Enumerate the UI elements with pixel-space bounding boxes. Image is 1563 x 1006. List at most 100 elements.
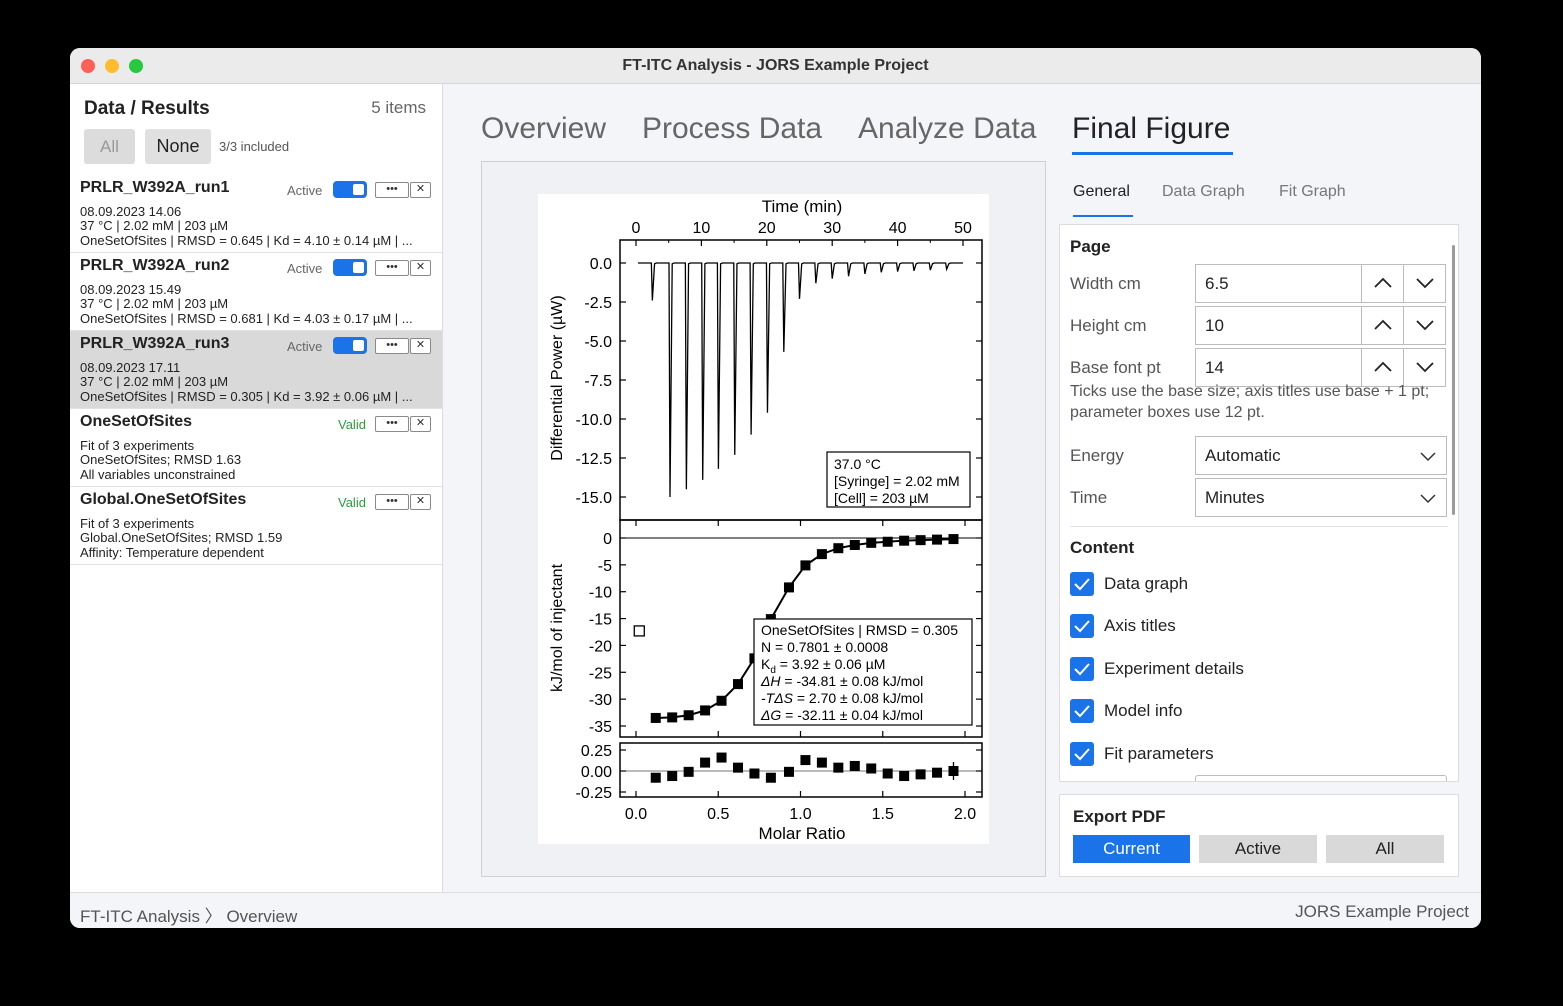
item-fit-summary: OneSetOfSites | RMSD = 0.645 | Kd = 4.10…	[80, 233, 413, 248]
list-item[interactable]: PRLR_W392A_run2 Active ••• ✕ 08.09.2023 …	[70, 253, 442, 331]
height-increment-button[interactable]	[1361, 306, 1404, 345]
settings-scrollbar[interactable]	[1452, 245, 1455, 515]
height-decrement-button[interactable]	[1403, 306, 1446, 345]
residual-tick-label: 0.00	[581, 764, 612, 781]
list-item[interactable]: PRLR_W392A_run1 Active ••• ✕ 08.09.2023 …	[70, 175, 442, 253]
active-toggle[interactable]	[333, 259, 367, 276]
remove-button[interactable]: ✕	[410, 494, 431, 510]
item-name: PRLR_W392A_run2	[80, 257, 230, 274]
time-axis-title: Time (min)	[762, 197, 843, 216]
item-constraints: All variables unconstrained	[80, 467, 236, 482]
fit-dh: ΔH = -34.81 ± 0.08 kJ/mol	[760, 673, 923, 689]
item-model: OneSetOfSites; RMSD 1.63	[80, 452, 242, 467]
tab-analyze-data[interactable]: Analyze Data	[858, 112, 1036, 146]
axis-titles-label[interactable]: Axis titles	[1104, 616, 1176, 636]
fit-parameters-label[interactable]: Fit parameters	[1104, 744, 1214, 764]
isotherm-point	[882, 536, 893, 547]
tab-final-figure[interactable]: Final Figure	[1072, 112, 1230, 146]
more-options-button[interactable]: •••	[375, 182, 409, 198]
width-input[interactable]: 6.5	[1195, 264, 1362, 303]
energy-select[interactable]: Automatic	[1195, 436, 1447, 475]
select-all-button[interactable]: All	[84, 129, 135, 164]
tab-overview[interactable]: Overview	[481, 112, 606, 146]
enthalpy-axis-title: kJ/mol of injectant	[549, 563, 566, 692]
subtab-data-graph[interactable]: Data Graph	[1162, 183, 1245, 201]
enthalpy-tick-label: -30	[589, 692, 612, 709]
status-bar: FT-ITC Analysis 〉 Overview JORS Example …	[70, 892, 1481, 928]
cond-temperature: 37.0 °C	[834, 456, 881, 472]
height-label: Height cm	[1070, 316, 1147, 335]
list-item-selected[interactable]: PRLR_W392A_run3 Active ••• ✕ 08.09.2023 …	[70, 331, 442, 409]
fit-parameters-checkbox[interactable]	[1070, 742, 1094, 766]
model-info-label[interactable]: Model info	[1104, 701, 1182, 721]
select-none-button[interactable]: None	[145, 129, 211, 164]
export-title: Export PDF	[1073, 807, 1166, 826]
time-tick-label: 40	[889, 220, 907, 237]
subtab-fit-graph[interactable]: Fit Graph	[1279, 183, 1346, 201]
subtab-general[interactable]: General	[1073, 183, 1130, 201]
content-section-title: Content	[1070, 538, 1135, 557]
remove-button[interactable]: ✕	[410, 260, 431, 276]
remove-button[interactable]: ✕	[410, 416, 431, 432]
data-graph-label[interactable]: Data graph	[1104, 574, 1188, 594]
time-select[interactable]: Minutes	[1195, 478, 1447, 517]
isotherm-point	[948, 534, 959, 545]
partially-visible-control[interactable]	[1195, 775, 1447, 781]
status-badge: Active	[287, 339, 323, 354]
isotherm-point	[683, 710, 694, 721]
experiment-details-checkbox[interactable]	[1070, 657, 1094, 681]
breadcrumb-separator: 〉	[204, 907, 222, 926]
enthalpy-tick-label: -15	[589, 612, 612, 629]
enthalpy-tick-label: -20	[589, 638, 612, 655]
more-options-button[interactable]: •••	[375, 260, 409, 276]
enthalpy-tick-label: 0	[603, 531, 612, 548]
breadcrumb-app[interactable]: FT-ITC Analysis	[80, 907, 200, 926]
list-item[interactable]: Global.OneSetOfSites Valid ••• ✕ Fit of …	[70, 487, 442, 565]
more-options-button[interactable]: •••	[375, 338, 409, 354]
power-tick-label: -15.0	[576, 490, 613, 507]
model-info-checkbox[interactable]	[1070, 699, 1094, 723]
check-icon	[1074, 663, 1090, 676]
time-tick-label: 0	[632, 220, 641, 237]
residual-point	[732, 762, 743, 773]
chevron-down-icon	[1420, 494, 1436, 504]
residual-point	[700, 757, 711, 768]
export-current-button[interactable]: Current	[1073, 835, 1190, 863]
isotherm-point	[700, 705, 711, 716]
status-badge: Active	[287, 183, 323, 198]
experiment-details-label[interactable]: Experiment details	[1104, 659, 1244, 679]
list-item[interactable]: OneSetOfSites Valid ••• ✕ Fit of 3 exper…	[70, 409, 442, 487]
energy-label: Energy	[1070, 446, 1124, 465]
remove-button[interactable]: ✕	[410, 338, 431, 354]
width-increment-button[interactable]	[1361, 264, 1404, 303]
item-count: 5 items	[371, 98, 426, 117]
chevron-down-icon	[1416, 362, 1434, 373]
item-model: Global.OneSetOfSites; RMSD 1.59	[80, 530, 283, 545]
export-active-button[interactable]: Active	[1199, 835, 1317, 863]
residual-point	[915, 769, 926, 780]
check-icon	[1074, 620, 1090, 633]
power-tick-label: 0.0	[590, 256, 612, 273]
active-toggle[interactable]	[333, 337, 367, 354]
data-graph-checkbox[interactable]	[1070, 572, 1094, 596]
more-options-button[interactable]: •••	[375, 416, 409, 432]
width-decrement-button[interactable]	[1403, 264, 1446, 303]
residual-point	[783, 766, 794, 777]
final-figure: 0 10 20 30 40 50 0.0 -2.5 -5.0 -7.5 -10.0 -12.5 -15.…	[538, 194, 989, 844]
isotherm-point	[816, 549, 827, 560]
export-all-button[interactable]: All	[1326, 835, 1444, 863]
height-input[interactable]: 10	[1195, 306, 1362, 345]
cond-syringe: [Syringe] = 2.02 mM	[834, 473, 960, 489]
item-description: Fit of 3 experiments	[80, 438, 195, 453]
axis-titles-checkbox[interactable]	[1070, 614, 1094, 638]
residual-point	[882, 768, 893, 779]
breadcrumb-page[interactable]: Overview	[226, 907, 297, 926]
isotherm-point	[716, 695, 727, 706]
more-options-button[interactable]: •••	[375, 494, 409, 510]
active-toggle[interactable]	[333, 181, 367, 198]
cond-cell: [Cell] = 203 µM	[834, 490, 929, 506]
remove-button[interactable]: ✕	[410, 182, 431, 198]
tab-process-data[interactable]: Process Data	[642, 112, 822, 146]
molar-ratio-axis-title: Molar Ratio	[759, 824, 846, 843]
power-tick-label: -5.0	[584, 334, 612, 351]
